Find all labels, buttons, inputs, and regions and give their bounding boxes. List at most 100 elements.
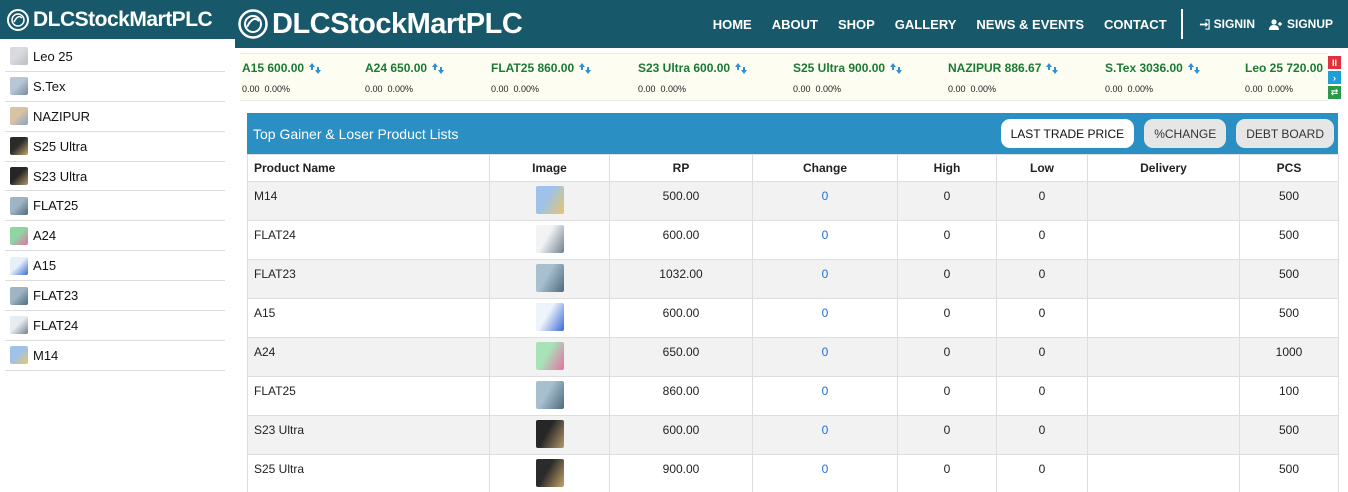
brand-logo-icon (7, 8, 29, 31)
cell-change[interactable]: 0 (752, 454, 898, 492)
panel-tab-buttons: LAST TRADE PRICE %CHANGE DEBT BOARD (991, 119, 1334, 148)
table-row[interactable]: FLAT23 1032.00 0 0 0 500 (247, 259, 1339, 299)
price-ticker: A15 600.00 0.00 0.00% A24 650.00 0.00 0.00% FL… (240, 53, 1328, 101)
col-header-product-name[interactable]: Product Name (247, 154, 490, 182)
cell-high: 0 (897, 415, 997, 455)
nav-shop[interactable]: SHOP (838, 17, 875, 32)
sidebar-item[interactable]: FLAT23 (5, 281, 225, 312)
sidebar-item[interactable]: S.Tex (5, 72, 225, 102)
cell-image (489, 415, 610, 455)
sidebar-item-label: FLAT23 (33, 288, 79, 304)
product-image[interactable] (535, 459, 564, 487)
signin-link[interactable]: SIGNIN (1199, 17, 1255, 31)
product-image[interactable] (535, 186, 564, 214)
signup-label: SIGNUP (1286, 17, 1333, 31)
sidebar-item[interactable]: M14 (5, 341, 225, 371)
cell-low: 0 (996, 259, 1088, 299)
ticker-change-value: 0.00 (638, 84, 656, 94)
col-header-change[interactable]: Change (752, 154, 898, 182)
cell-rp: 600.00 (609, 415, 753, 455)
nav-gallery[interactable]: GALLERY (895, 17, 957, 32)
sidebar-item-label: S25 Ultra (33, 138, 88, 154)
sidebar-item[interactable]: Leo 25 (5, 42, 225, 72)
product-image[interactable] (535, 381, 564, 409)
ticker-item-change: 0.00 0.00% (1105, 84, 1158, 94)
percent-change-button[interactable]: %CHANGE (1144, 119, 1227, 148)
cell-change[interactable]: 0 (752, 415, 898, 455)
sidebar-item[interactable]: FLAT24 (5, 311, 225, 341)
table-row[interactable]: A24 650.00 0 0 0 1000 (247, 337, 1339, 377)
col-header-high[interactable]: High (897, 154, 997, 182)
sidebar-item[interactable]: A15 (5, 251, 225, 282)
sidebar-brand-text: DLCStockMartPLC (33, 7, 213, 31)
page: DLCStockMartPLC Leo 25 S.Tex NAZIPUR S25 Ul… (0, 0, 1348, 492)
sidebar-item[interactable]: S23 Ultra (5, 162, 225, 192)
nav-about[interactable]: ABOUT (772, 17, 818, 32)
ticker-change-value: 0.00 (793, 84, 811, 94)
table-row[interactable]: FLAT25 860.00 0 0 0 100 (247, 376, 1339, 416)
cell-low: 0 (996, 220, 1088, 260)
cell-rp: 900.00 (609, 454, 753, 492)
cell-change[interactable]: 0 (752, 259, 898, 299)
col-header-delivery[interactable]: Delivery (1087, 154, 1240, 182)
ticker-item-change: 0.00 0.00% (491, 84, 544, 94)
up-down-arrows-icon (890, 62, 903, 74)
header-brand[interactable]: DLCStockMartPLC (238, 7, 523, 41)
product-image[interactable] (535, 420, 564, 448)
cell-change[interactable]: 0 (752, 337, 898, 377)
cell-change[interactable]: 0 (752, 376, 898, 416)
signin-label: SIGNIN (1213, 17, 1255, 31)
ticker-change-percent: 0.00% (1127, 84, 1154, 94)
table-row[interactable]: M14 500.00 0 0 0 500 (247, 181, 1339, 221)
cell-rp: 600.00 (609, 298, 753, 338)
product-image[interactable] (535, 303, 564, 331)
table-body: M14 500.00 0 0 0 500 FLAT24 600.00 0 0 0 500 FLAT23 1… (247, 181, 1339, 492)
signup-link[interactable]: SIGNUP (1268, 17, 1333, 31)
table-row[interactable]: FLAT24 600.00 0 0 0 500 (247, 220, 1339, 260)
ticker-change-value: 0.00 (491, 84, 509, 94)
ticker-change-value: 0.00 (365, 84, 383, 94)
nav-contact[interactable]: CONTACT (1104, 17, 1167, 32)
last-trade-price-button[interactable]: LAST TRADE PRICE (1000, 119, 1135, 148)
sidebar-item-label: FLAT25 (33, 198, 79, 214)
cell-delivery (1087, 220, 1240, 260)
table-row[interactable]: S23 Ultra 600.00 0 0 0 500 (247, 415, 1339, 455)
ticker-change-percent: 0.00% (815, 84, 842, 94)
header-brand-text: DLCStockMartPLC (272, 7, 523, 40)
cell-change[interactable]: 0 (752, 181, 898, 221)
user-plus-icon (1268, 18, 1282, 30)
col-header-pcs[interactable]: PCS (1239, 154, 1339, 182)
col-header-low[interactable]: Low (996, 154, 1088, 182)
cell-change[interactable]: 0 (752, 220, 898, 260)
sidebar-item[interactable]: S25 Ultra (5, 132, 225, 162)
toggle-icon[interactable]: ⇄ (1328, 86, 1341, 99)
col-header-rp[interactable]: RP (609, 154, 753, 182)
ticker-change-value: 0.00 (948, 84, 966, 94)
product-image[interactable] (535, 264, 564, 292)
table-row[interactable]: S25 Ultra 900.00 0 0 0 500 (247, 454, 1339, 492)
cell-rp: 650.00 (609, 337, 753, 377)
cell-low: 0 (996, 181, 1088, 221)
product-image[interactable] (535, 342, 564, 370)
ticker-change-percent: 0.00% (1267, 84, 1294, 94)
table-row[interactable]: A15 600.00 0 0 0 500 (247, 298, 1339, 338)
nav-news-events[interactable]: NEWS & EVENTS (976, 17, 1084, 32)
product-image[interactable] (535, 225, 564, 253)
cell-pcs: 500 (1239, 454, 1339, 492)
cell-low: 0 (996, 415, 1088, 455)
cell-high: 0 (897, 376, 997, 416)
sidebar-item[interactable]: A24 (5, 221, 225, 252)
pause-icon[interactable]: II (1328, 56, 1341, 69)
ticker-name-price: FLAT25 860.00 (491, 61, 575, 75)
nav-home[interactable]: HOME (713, 17, 752, 32)
cell-high: 0 (897, 220, 997, 260)
sidebar-brand[interactable]: DLCStockMartPLC (0, 0, 235, 39)
cell-change[interactable]: 0 (752, 298, 898, 338)
col-header-image[interactable]: Image (489, 154, 610, 182)
sidebar-item-label: A15 (33, 258, 57, 274)
debt-board-button[interactable]: DEBT BOARD (1236, 119, 1334, 148)
sidebar-item[interactable]: FLAT25 (5, 191, 225, 222)
next-icon[interactable]: › (1328, 71, 1341, 84)
ticker-item-price: FLAT25 860.00 (491, 61, 592, 75)
sidebar-item[interactable]: NAZIPUR (5, 102, 225, 132)
